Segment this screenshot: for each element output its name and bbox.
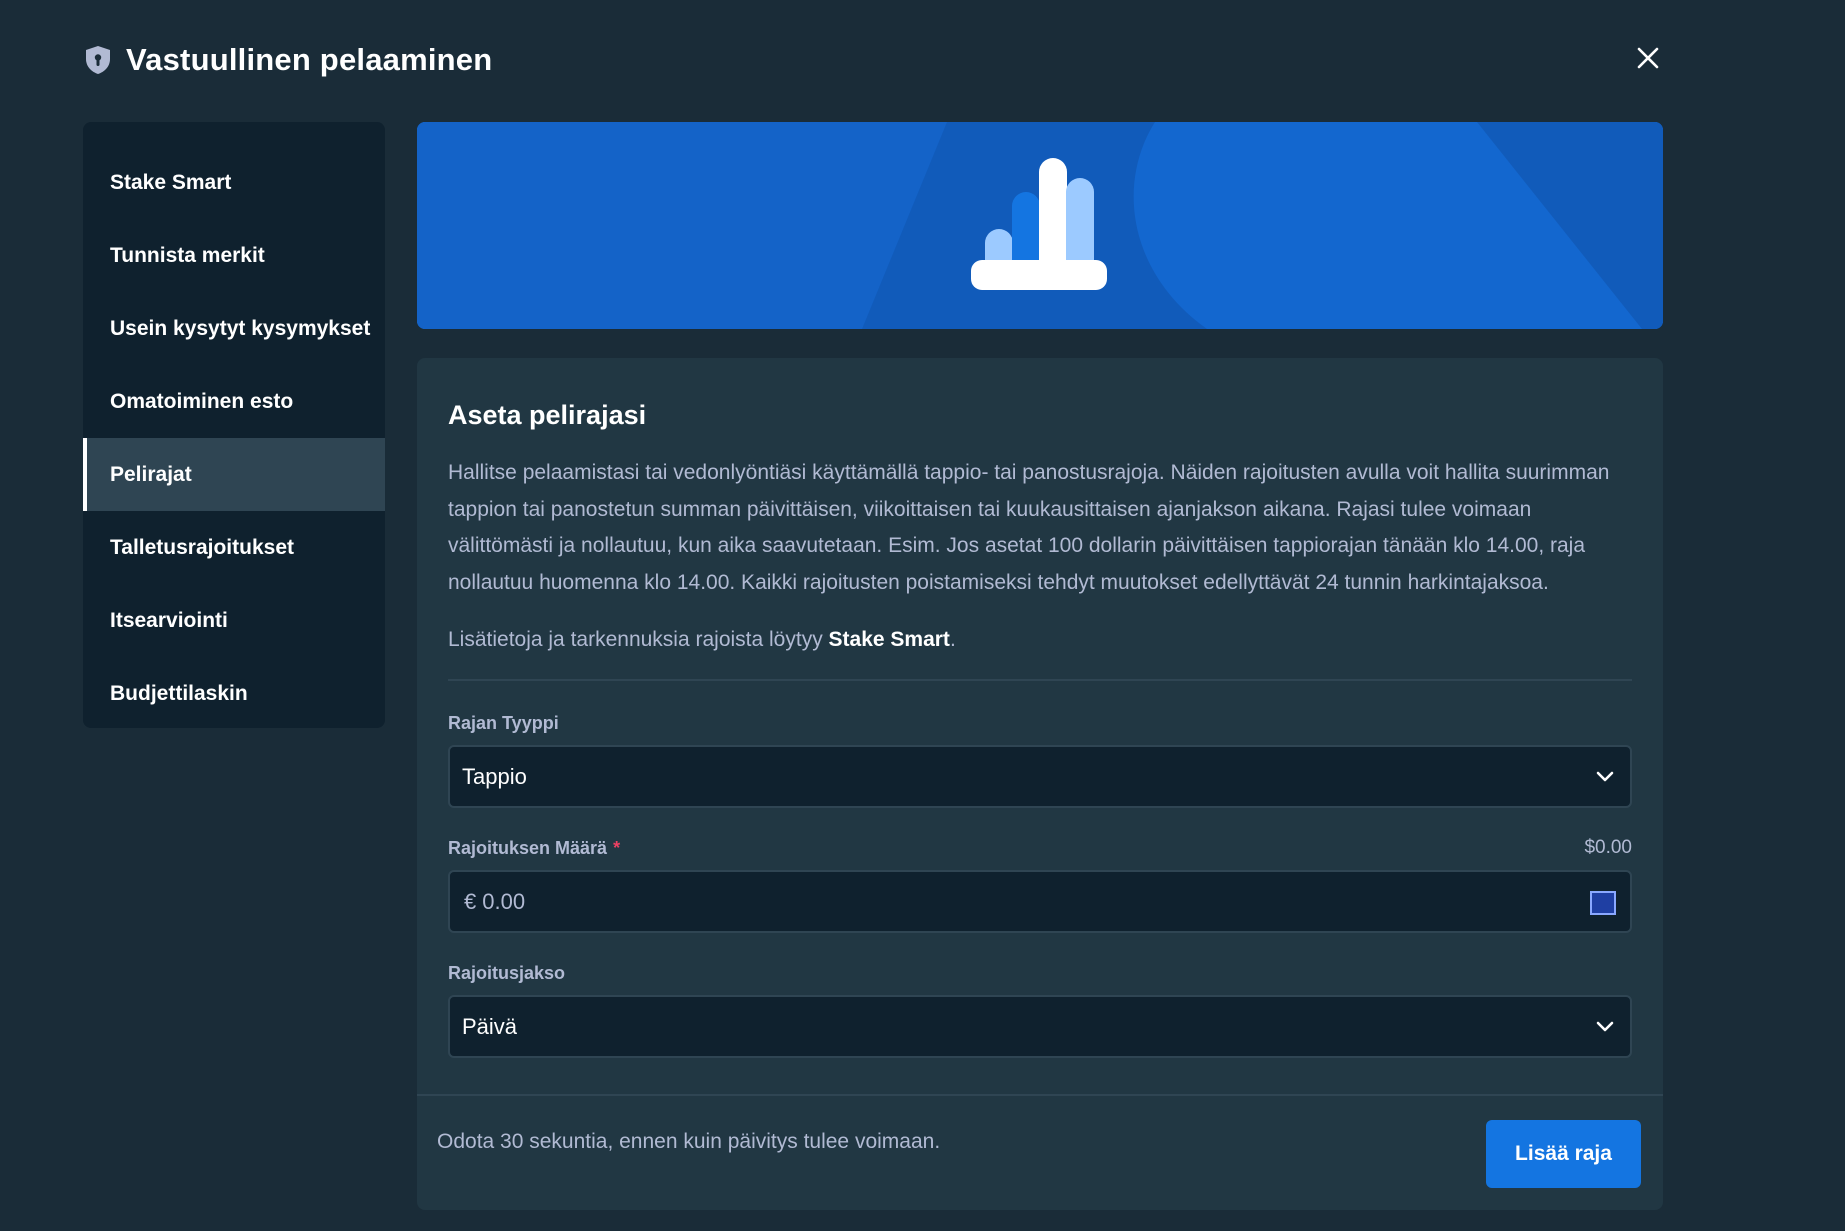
stake-smart-link[interactable]: Stake Smart bbox=[829, 628, 950, 651]
limit-type-label: Rajan Tyyppi bbox=[448, 712, 559, 733]
period-label: Rajoitusjakso bbox=[448, 962, 566, 983]
sidebar: Stake Smart Tunnista merkit Usein kysyty… bbox=[83, 122, 385, 728]
limits-panel: Aseta pelirajasi Hallitse pelaamistasi t… bbox=[417, 358, 1663, 1210]
chevron-down-icon bbox=[1596, 771, 1614, 782]
sidebar-item-pelirajat[interactable]: Pelirajat bbox=[83, 438, 385, 511]
amount-label: Rajoituksen Määrä * $0.00 bbox=[448, 837, 1632, 858]
currency-symbol: € bbox=[464, 888, 477, 914]
limit-type-select[interactable]: Tappio bbox=[448, 745, 1632, 808]
section-title: Aseta pelirajasi bbox=[448, 400, 647, 430]
amount-placeholder: 0.00 bbox=[482, 888, 526, 914]
eu-flag-icon[interactable] bbox=[1590, 891, 1616, 915]
sidebar-item-itsearviointi[interactable]: Itsearviointi bbox=[83, 584, 385, 657]
more-info-text: Lisätietoja ja tarkennuksia rajoista löy… bbox=[448, 628, 956, 651]
required-mark: * bbox=[613, 837, 621, 858]
sidebar-item-tunnista-merkit[interactable]: Tunnista merkit bbox=[83, 219, 385, 292]
sidebar-item-self-exclusion[interactable]: Omatoiminen esto bbox=[83, 365, 385, 438]
chevron-down-icon bbox=[1596, 1021, 1614, 1032]
banner bbox=[417, 122, 1663, 329]
period-select[interactable]: Päivä bbox=[448, 995, 1632, 1058]
sidebar-item-faq[interactable]: Usein kysytyt kysymykset bbox=[83, 292, 385, 365]
sidebar-item-budjettilaskin[interactable]: Budjettilaskin bbox=[83, 657, 385, 728]
modal-header: Vastuullinen pelaaminen bbox=[84, 38, 1845, 82]
period-value: Päivä bbox=[462, 1013, 518, 1039]
converted-amount: $0.00 bbox=[1584, 837, 1632, 858]
description-text: Hallitse pelaamistasi tai vedonlyöntiäsi… bbox=[448, 461, 1610, 594]
shield-icon bbox=[84, 45, 112, 75]
add-limit-button[interactable]: Lisää raja bbox=[1486, 1120, 1641, 1188]
limit-type-value: Tappio bbox=[462, 763, 527, 789]
footer-note: Odota 30 sekuntia, ennen kuin päivitys t… bbox=[437, 1130, 941, 1153]
close-icon bbox=[1637, 47, 1659, 69]
footer-divider bbox=[417, 1094, 1663, 1096]
amount-input[interactable]: € 0.00 bbox=[448, 870, 1632, 933]
close-button[interactable] bbox=[1630, 40, 1666, 76]
sidebar-item-stake-smart[interactable]: Stake Smart bbox=[83, 146, 385, 219]
divider bbox=[448, 679, 1632, 681]
sidebar-item-talletusrajoitukset[interactable]: Talletusrajoitukset bbox=[83, 511, 385, 584]
page-title: Vastuullinen pelaaminen bbox=[126, 42, 493, 77]
